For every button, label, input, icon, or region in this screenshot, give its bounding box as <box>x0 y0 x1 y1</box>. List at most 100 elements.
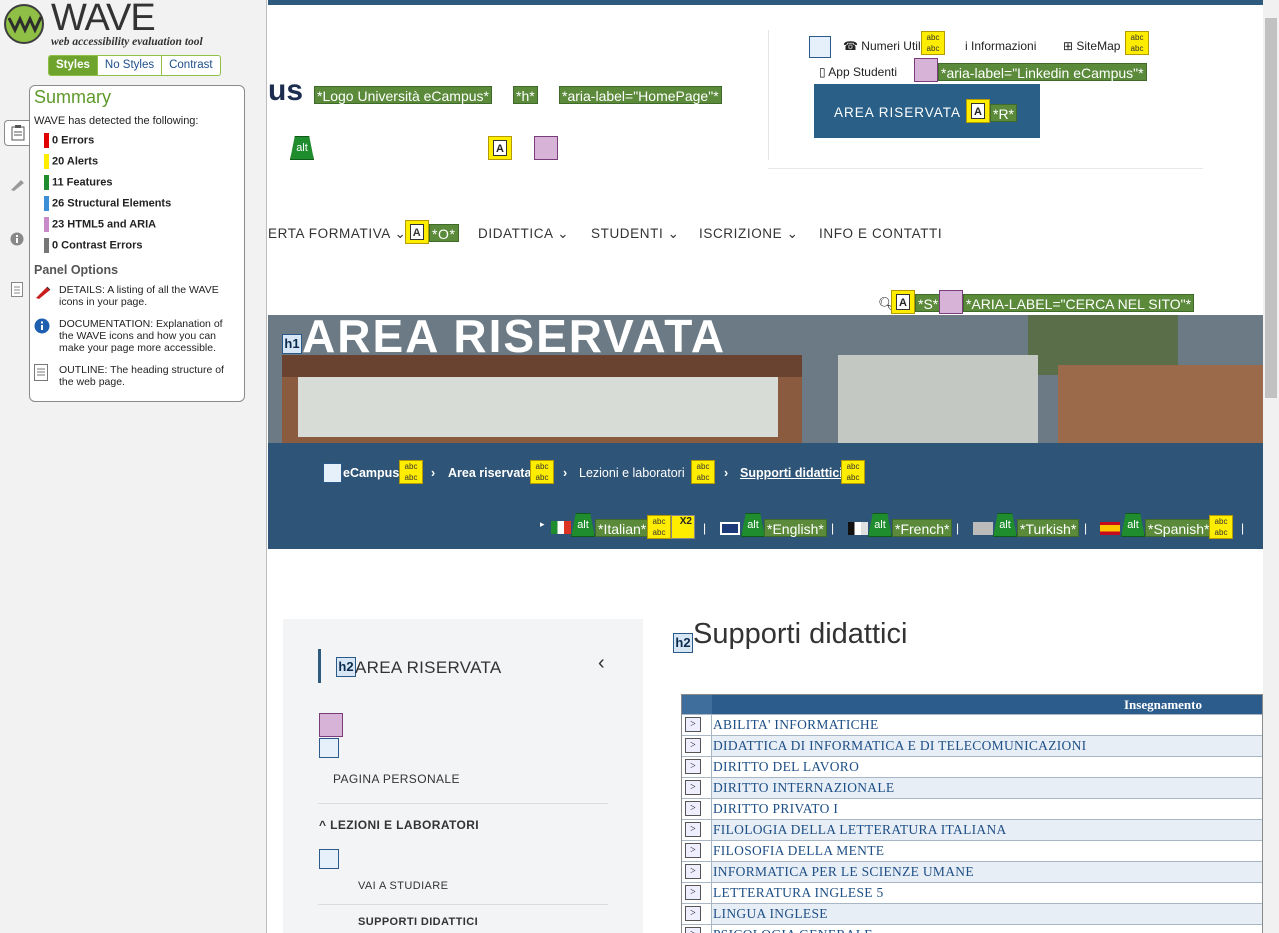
course-name-link[interactable]: DIDATTICA DI INFORMATICA E DI TELECOMUNI… <box>712 736 1262 756</box>
content-title: Supporti didattici <box>693 618 908 650</box>
wave-label-h: *h* <box>513 86 538 104</box>
nav-info-contatti[interactable]: INFO E CONTATTI <box>819 226 942 241</box>
course-name-link[interactable]: ABILITA' INFORMATICHE <box>712 715 1262 735</box>
course-name-link[interactable]: LETTERATURA INGLESE 5 <box>712 883 1262 903</box>
row-expand-button[interactable]: > <box>685 906 701 921</box>
sidebar-item-pagina-personale[interactable]: PAGINA PERSONALE <box>333 772 460 786</box>
course-name-link[interactable]: FILOSOFIA DELLA MENTE <box>712 841 1262 861</box>
tab-contrast[interactable]: Contrast <box>161 56 219 75</box>
table-row: > DIRITTO DEL LAVORO <box>682 756 1262 777</box>
course-name-link[interactable]: INFORMATICA PER LE SCIENZE UMANE <box>712 862 1262 882</box>
row-expand-cell: > <box>682 778 712 798</box>
abc-alert-icon: abc abc <box>399 460 423 484</box>
site-logo[interactable]: us <box>268 74 303 108</box>
course-name-link[interactable]: DIRITTO DEL LAVORO <box>712 757 1262 777</box>
sidebar-accent-bar <box>318 649 321 683</box>
lang-turkish[interactable]: *Turkish* <box>1017 519 1080 537</box>
util-app-studenti[interactable]: ▯ App Studenti <box>819 65 897 79</box>
option-documentation[interactable]: DOCUMENTATION: Explanation of the WAVE i… <box>34 318 239 354</box>
mobile-icon: ▯ <box>819 65 829 79</box>
course-name-link[interactable]: DIRITTO INTERNAZIONALE <box>712 778 1262 798</box>
util-sitemap[interactable]: ⊞ SiteMap <box>1063 39 1120 53</box>
row-expand-cell: > <box>682 883 712 903</box>
stat-aria[interactable]: 23 HTML5 and ARIA <box>44 217 156 233</box>
course-name-link[interactable]: DIRITTO PRIVATO I <box>712 799 1262 819</box>
course-name-link[interactable]: LINGUA INGLESE <box>712 904 1262 924</box>
top-accent-bar <box>268 0 1263 5</box>
vertical-scrollbar[interactable] <box>1263 0 1279 933</box>
row-expand-button[interactable]: > <box>685 717 701 732</box>
hero-banner: AREA RISERVATA h1 eCampus abc abc › Area … <box>268 315 1263 549</box>
h2-icon: h2 <box>336 657 356 677</box>
scrollbar-thumb[interactable] <box>1265 18 1277 398</box>
lang-french[interactable]: *French* <box>892 519 953 537</box>
h2-icon: h2 <box>673 633 693 653</box>
lang-english[interactable]: *English* <box>764 519 827 537</box>
row-expand-button[interactable]: > <box>685 759 701 774</box>
breadcrumb-ecampus[interactable]: eCampus <box>343 466 399 480</box>
util-informazioni[interactable]: i Informazioni <box>965 39 1036 53</box>
option-outline[interactable]: OUTLINE: The heading structure of the we… <box>34 364 239 388</box>
phone-icon: ☎ <box>843 39 862 53</box>
lang-spanish[interactable]: *Spanish* <box>1145 519 1213 537</box>
hero-building <box>1058 365 1263 445</box>
tab-no-styles[interactable]: No Styles <box>96 56 161 75</box>
row-expand-button[interactable]: > <box>685 843 701 858</box>
wave-panel: WAVE web accessibility evaluation tool S… <box>0 0 267 933</box>
courses-table: Insegnamento > ABILITA' INFORMATICHE > DIDA… <box>681 694 1263 933</box>
stat-features[interactable]: 11 Features <box>44 175 113 191</box>
sidebar-item-lezioni[interactable]: ^ LEZIONI E LABORATORI <box>319 818 479 832</box>
panel-options-title: Panel Options <box>34 263 119 277</box>
stat-alerts[interactable]: 20 Alerts <box>44 154 98 170</box>
sidebar-item-vai-a-studiare[interactable]: VAI A STUDIARE <box>358 880 448 892</box>
row-expand-button[interactable]: > <box>685 738 701 753</box>
table-row: > LINGUA INGLESE <box>682 903 1262 924</box>
documentation-info-icon <box>34 318 52 334</box>
sidebar-item-supporti-didattici[interactable]: SUPPORTI DIDATTICI <box>358 916 478 928</box>
documentation-info-icon[interactable] <box>4 226 30 252</box>
errors-color-bar <box>44 133 49 148</box>
flag-france-icon <box>848 522 868 535</box>
row-expand-button[interactable]: > <box>685 780 701 795</box>
wave-label-cerca: *ARIA-LABEL="CERCA NEL SITO"* <box>963 294 1195 312</box>
summary-clipboard-icon[interactable] <box>4 120 30 146</box>
nav-didattica[interactable]: DIDATTICA ⌄ <box>478 226 569 242</box>
table-row: > FILOSOFIA DELLA MENTE <box>682 840 1262 861</box>
breadcrumb-sep: › <box>724 466 729 480</box>
sidebar-collapse-chevron-icon[interactable]: ‹ <box>598 652 605 675</box>
wave-logo-icon <box>4 4 44 44</box>
nav-iscrizione[interactable]: ISCRIZIONE ⌄ <box>699 226 799 242</box>
row-expand-button[interactable]: > <box>685 885 701 900</box>
details-flag-icon[interactable] <box>4 172 30 198</box>
wave-label-linkedin: *aria-label="Linkedin eCampus"* <box>938 63 1147 81</box>
wave-label-logo: *Logo Università eCampus* <box>314 86 492 104</box>
course-name-link[interactable]: FILOLOGIA DELLA LETTERATURA ITALIANA <box>712 820 1262 840</box>
list-icon <box>319 738 339 758</box>
outline-page-icon[interactable] <box>4 276 30 302</box>
row-expand-button[interactable]: > <box>685 927 701 933</box>
table-row: > DIRITTO INTERNAZIONALE <box>682 777 1262 798</box>
wave-label-s: *S* <box>915 294 942 312</box>
nav-studenti[interactable]: STUDENTI ⌄ <box>591 226 680 242</box>
link-icon: A <box>966 99 990 123</box>
table-row: > DIRITTO PRIVATO I <box>682 798 1262 819</box>
nav-offerta-formativa[interactable]: ERTA FORMATIVA ⌄ <box>268 226 406 242</box>
row-expand-button[interactable]: > <box>685 864 701 879</box>
breadcrumb-lezioni[interactable]: Lezioni e laboratori <box>579 466 685 480</box>
stat-contrast[interactable]: 0 Contrast Errors <box>44 238 142 254</box>
aria-tag-icon <box>914 58 938 82</box>
row-expand-cell: > <box>682 820 712 840</box>
util-numeri-utili[interactable]: ☎ Numeri Utili <box>843 39 923 53</box>
flag-uk-icon <box>720 522 740 535</box>
row-expand-button[interactable]: > <box>685 801 701 816</box>
breadcrumb-area-riservata[interactable]: Area riservata <box>448 466 531 480</box>
course-name-link[interactable]: PSICOLOGIA GENERALE <box>712 925 1262 933</box>
breadcrumb-supporti-didattici[interactable]: Supporti didattici <box>740 466 843 480</box>
option-details[interactable]: DETAILS: A listing of all the WAVE icons… <box>34 284 239 308</box>
link-icon: A <box>405 220 429 244</box>
tab-styles[interactable]: Styles <box>49 56 97 75</box>
row-expand-button[interactable]: > <box>685 822 701 837</box>
stat-errors[interactable]: 0 Errors <box>44 133 94 149</box>
stat-structural[interactable]: 26 Structural Elements <box>44 196 171 212</box>
lang-italian[interactable]: *Italian* <box>595 519 650 537</box>
